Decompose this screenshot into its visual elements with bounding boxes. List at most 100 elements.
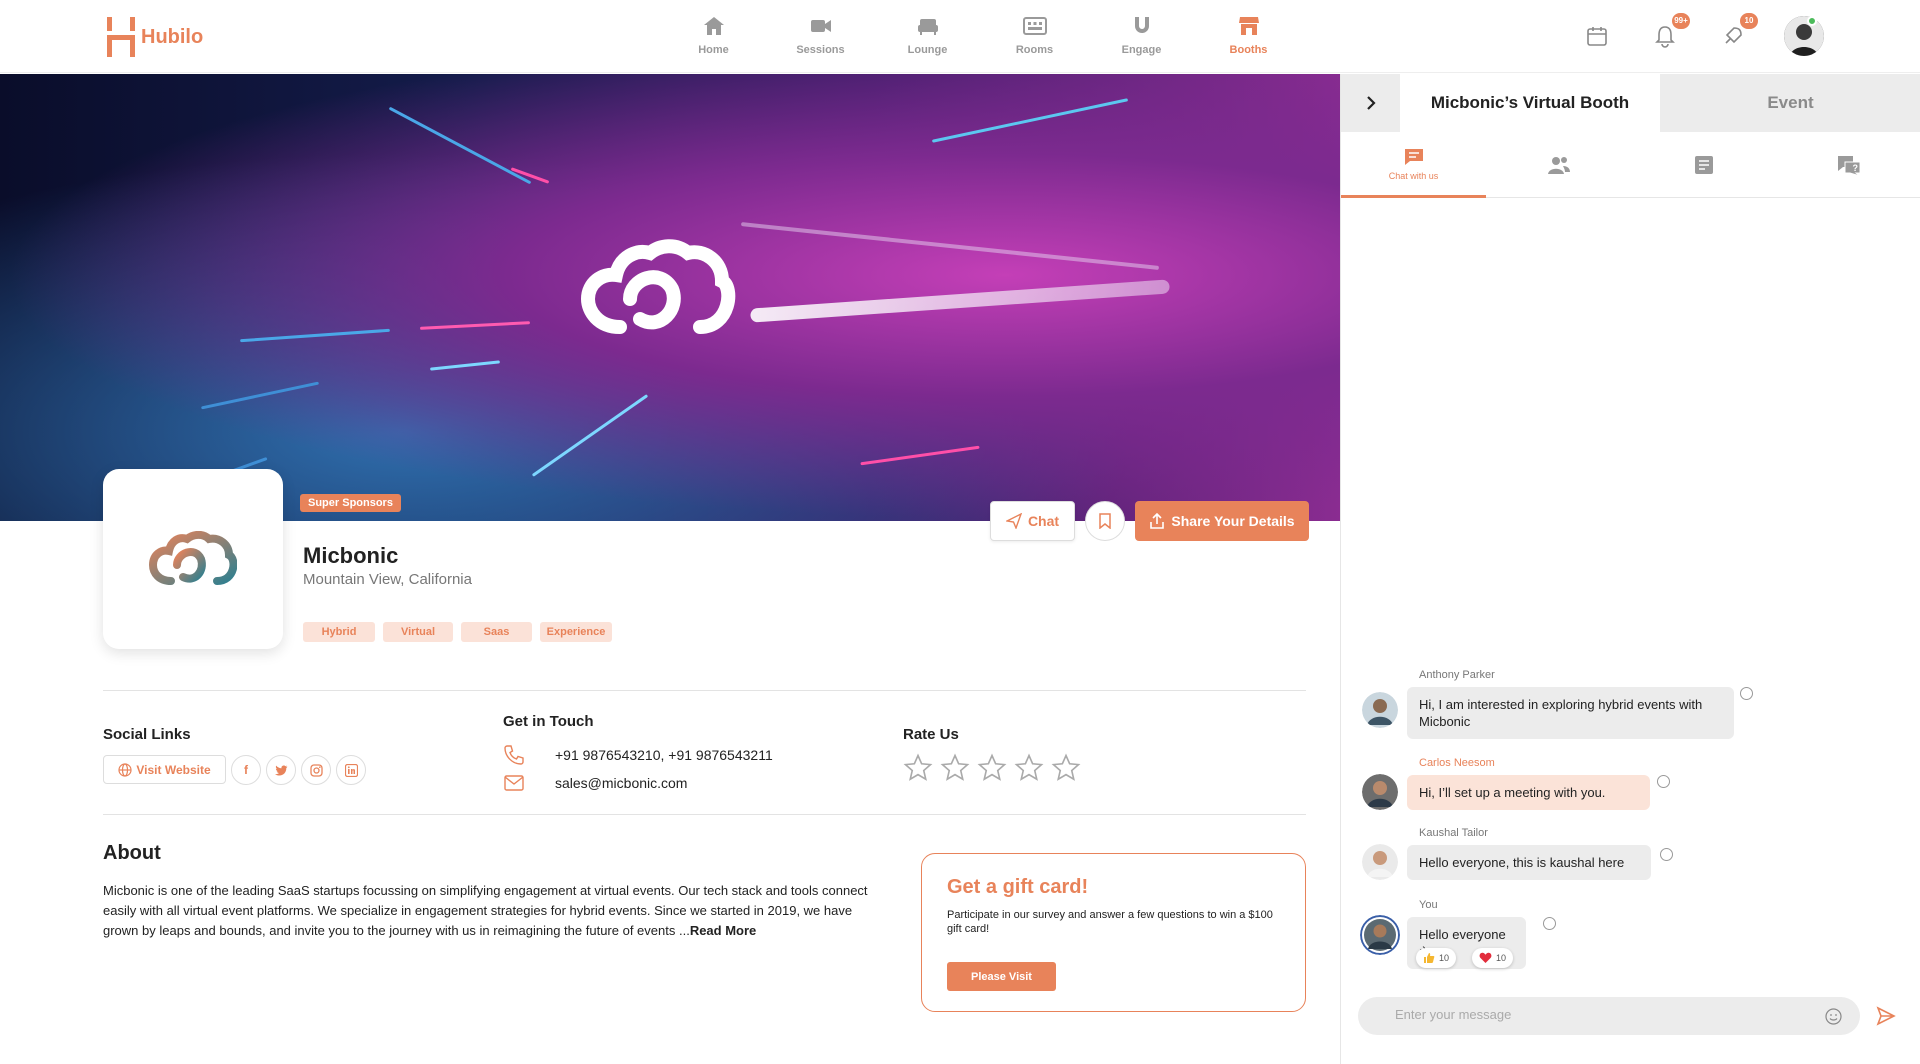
phone-numbers[interactable]: +91 9876543210, +91 9876543211	[555, 747, 773, 763]
globe-icon	[118, 762, 132, 777]
avatar[interactable]	[1360, 915, 1400, 955]
gift-description: Participate in our survey and answer a f…	[947, 909, 1273, 935]
nav-engage[interactable]: Engage	[1088, 14, 1195, 56]
star-rating	[903, 753, 1088, 783]
nav-lounge[interactable]: Lounge	[874, 14, 981, 56]
avatar[interactable]	[1362, 774, 1398, 810]
subtab-chat[interactable]: Chat with us	[1341, 132, 1486, 198]
app-name: Hubilo	[141, 25, 204, 48]
gift-title: Get a gift card!	[947, 876, 1089, 898]
avatar[interactable]	[1362, 844, 1398, 880]
email-address[interactable]: sales@micbonic.com	[555, 775, 687, 791]
tag-saas: Saas	[461, 622, 532, 642]
message-sender: You	[1419, 899, 1438, 911]
thumbs-up-icon	[1424, 953, 1435, 963]
read-more-link[interactable]: Read More	[690, 923, 756, 938]
share-button-label: Share Your Details	[1171, 513, 1295, 529]
nav-booths[interactable]: Booths	[1195, 14, 1302, 56]
send-icon	[1005, 513, 1022, 529]
emoji-picker-icon[interactable]	[1825, 1008, 1842, 1025]
user-avatar-image	[1784, 16, 1824, 56]
get-in-touch-title: Get in Touch	[503, 713, 594, 730]
smiley-icon[interactable]	[1657, 775, 1670, 788]
mail-icon	[504, 775, 524, 791]
subtab-qna[interactable]: ?	[1776, 132, 1920, 198]
nav-label: Rooms	[1015, 44, 1054, 56]
chevron-right-icon	[1366, 96, 1376, 110]
visit-website-button[interactable]: Visit Website	[103, 755, 226, 784]
light-streak	[531, 394, 649, 477]
chat-icon	[1404, 148, 1423, 165]
bookmark-button[interactable]	[1085, 501, 1125, 541]
send-icon	[1876, 1006, 1896, 1026]
subtab-resources[interactable]	[1631, 132, 1776, 198]
share-icon	[1150, 513, 1165, 529]
star-icon[interactable]	[1014, 753, 1044, 783]
document-icon	[1694, 156, 1713, 174]
star-icon[interactable]	[977, 753, 1007, 783]
collapse-panel-button[interactable]	[1341, 74, 1400, 132]
hubilo-logo[interactable]: Hubilo	[107, 17, 203, 57]
linkedin-icon	[344, 763, 358, 777]
light-streak	[740, 222, 1160, 270]
calendar-button[interactable]	[1580, 19, 1614, 53]
message-sender: Carlos Neesom	[1419, 757, 1495, 769]
nav-label: Lounge	[907, 44, 948, 56]
smiley-icon[interactable]	[1543, 917, 1556, 930]
visit-website-label: Visit Website	[136, 762, 211, 777]
star-icon[interactable]	[903, 753, 933, 783]
rate-us-title: Rate Us	[903, 726, 959, 743]
booth-banner	[0, 74, 1340, 521]
divider	[103, 814, 1306, 815]
reaction-thumbs-up[interactable]: 10	[1416, 948, 1457, 968]
subtab-people[interactable]	[1486, 132, 1631, 198]
twitter-link[interactable]	[266, 755, 296, 785]
chat-message: Hi, I am interested in exploring hybrid …	[1407, 687, 1734, 739]
chat-button[interactable]: Chat	[990, 501, 1075, 541]
tab-virtual-booth[interactable]: Micbonic’s Virtual Booth	[1400, 74, 1660, 132]
facebook-link[interactable]: f	[231, 755, 261, 785]
avatar[interactable]	[1362, 692, 1398, 728]
star-icon[interactable]	[1051, 753, 1081, 783]
please-visit-button[interactable]: Please Visit	[947, 962, 1056, 991]
chat-message: Hi, I’ll set up a meeting with you.	[1407, 775, 1650, 810]
send-message-button[interactable]	[1876, 1006, 1896, 1031]
booth-tags: Hybrid Virtual Saas Experience	[303, 622, 620, 642]
nav-home[interactable]: Home	[660, 14, 767, 56]
notifications-button[interactable]: 99+	[1648, 13, 1690, 53]
tasks-button[interactable]: 10	[1716, 13, 1758, 53]
main-nav: Home Sessions Lounge Rooms Engage Booths	[660, 14, 1302, 56]
social-links-title: Social Links	[103, 726, 191, 743]
notifications-badge: 99+	[1672, 13, 1690, 29]
share-details-button[interactable]: Share Your Details	[1135, 501, 1309, 541]
user-avatar[interactable]	[1784, 16, 1824, 56]
nav-rooms[interactable]: Rooms	[981, 14, 1088, 56]
svg-text:?: ?	[1852, 163, 1858, 173]
linkedin-link[interactable]	[336, 755, 366, 785]
nav-sessions[interactable]: Sessions	[767, 14, 874, 56]
tag-virtual: Virtual	[383, 622, 453, 642]
phone-icon	[504, 745, 524, 765]
light-streak	[240, 328, 390, 343]
tab-event[interactable]: Event	[1660, 74, 1920, 132]
instagram-link[interactable]	[301, 755, 331, 785]
star-icon[interactable]	[940, 753, 970, 783]
subtab-chat-label: Chat with us	[1388, 170, 1439, 181]
tasks-badge: 10	[1740, 13, 1758, 29]
top-actions: 99+ 10	[1580, 13, 1824, 56]
sponsor-badge: Super Sponsors	[300, 494, 401, 512]
nav-label: Sessions	[796, 44, 845, 56]
reaction-heart[interactable]: 10	[1472, 948, 1514, 968]
light-streak	[931, 98, 1129, 143]
light-streak	[430, 360, 500, 371]
message-sender: Kaushal Tailor	[1419, 827, 1488, 839]
rocket-icon	[1725, 27, 1742, 44]
smiley-icon[interactable]	[1660, 848, 1673, 861]
booth-location: Mountain View, California	[303, 571, 472, 588]
twitter-icon	[274, 765, 287, 776]
sofa-icon	[917, 19, 938, 35]
chat-message-input[interactable]	[1395, 1007, 1795, 1022]
hubilo-logo-icon	[107, 17, 135, 57]
video-icon	[810, 20, 831, 32]
smiley-icon[interactable]	[1740, 687, 1753, 700]
